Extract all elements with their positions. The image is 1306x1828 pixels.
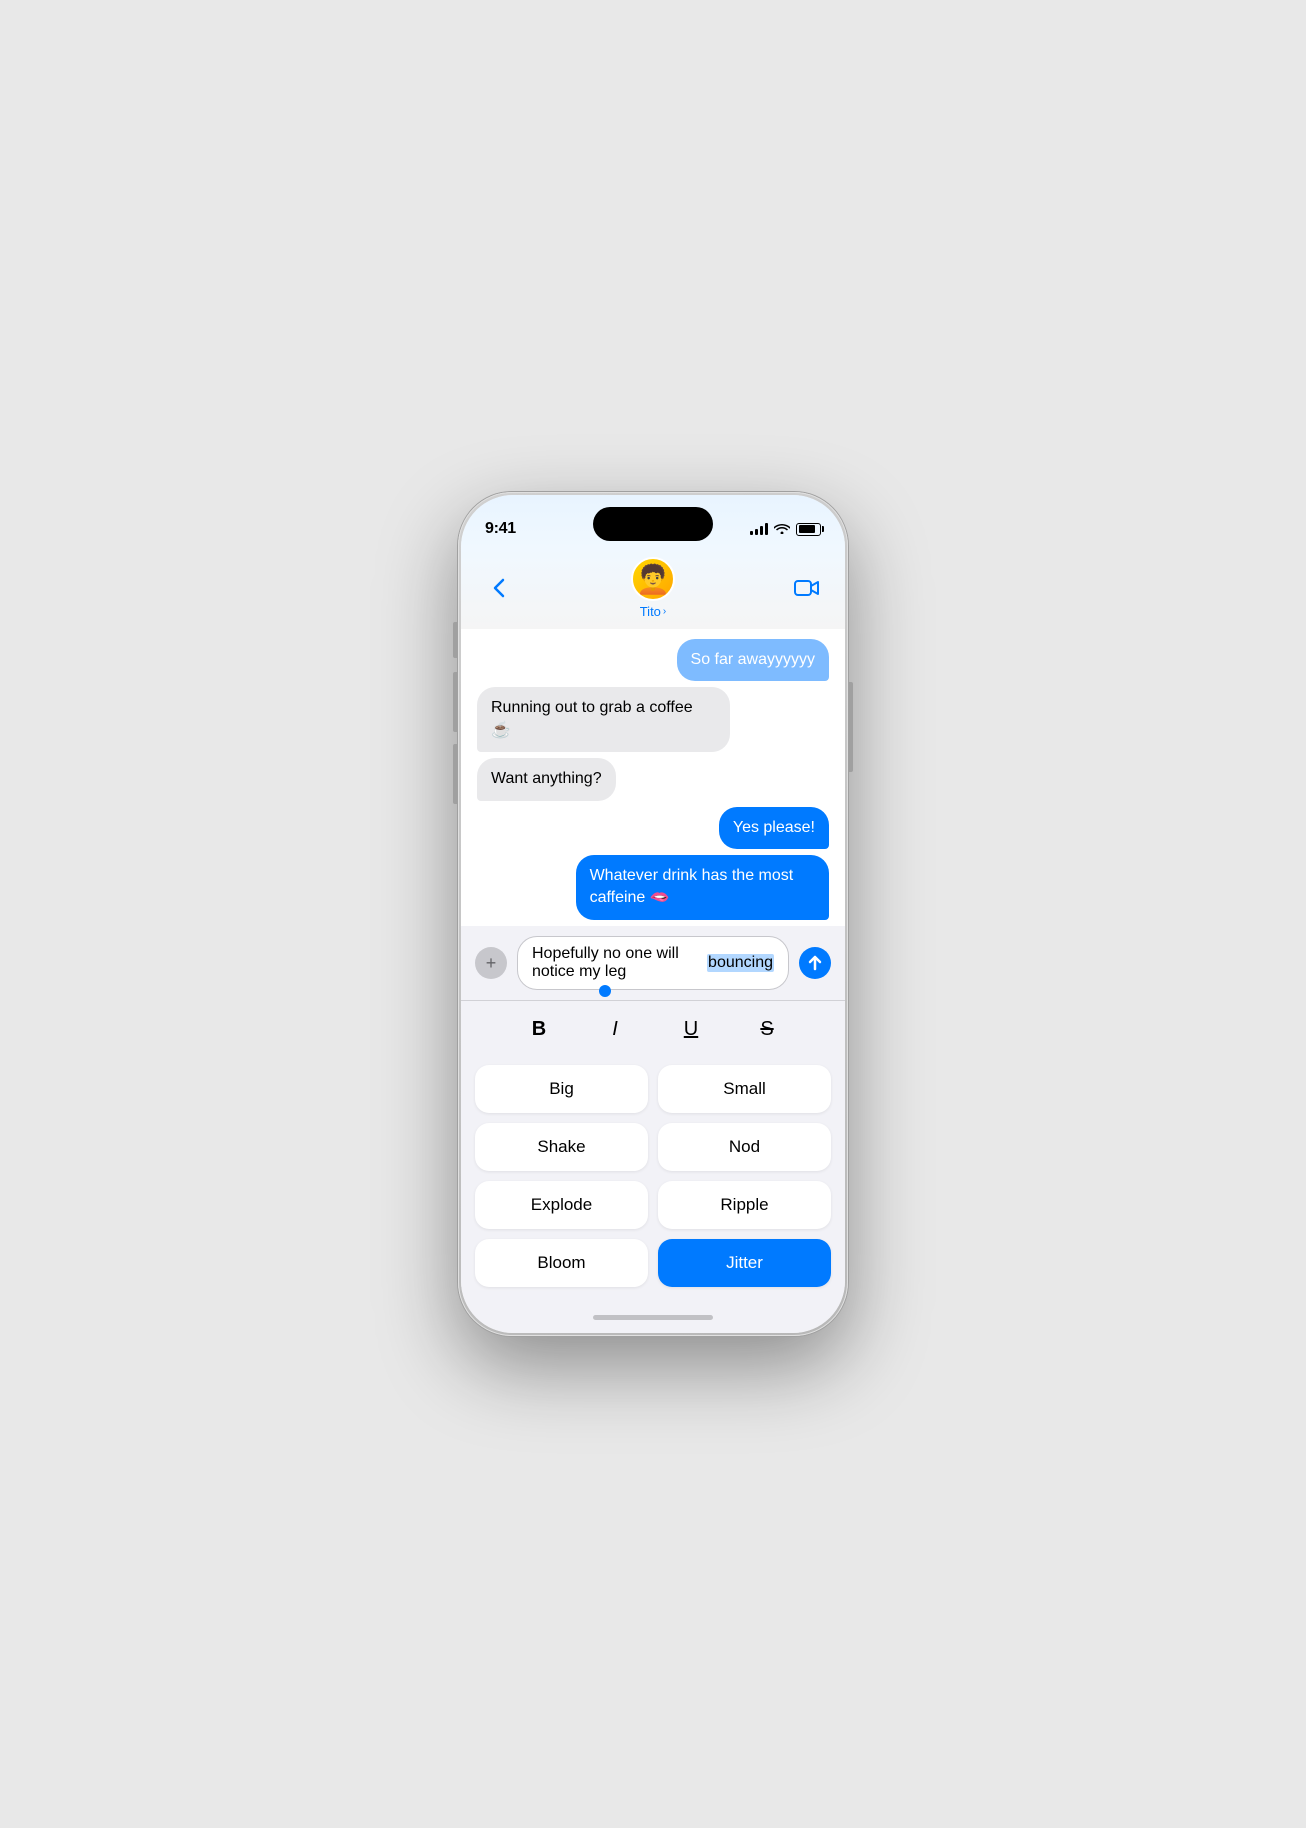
format-toolbar: B I U S bbox=[461, 1000, 845, 1057]
battery-fill bbox=[799, 525, 815, 533]
contact-info[interactable]: 🧑‍🦱 Tito › bbox=[631, 557, 675, 619]
strikethrough-button[interactable]: S bbox=[749, 1011, 785, 1047]
signal-bars bbox=[750, 523, 768, 535]
messages-area: So far awayyyyyy Running out to grab a c… bbox=[461, 629, 845, 926]
status-icons bbox=[750, 522, 821, 537]
message-row: Want anything? bbox=[477, 758, 829, 800]
effect-shake-button[interactable]: Shake bbox=[475, 1123, 648, 1171]
underline-button[interactable]: U bbox=[673, 1011, 709, 1047]
nav-bar: 🧑‍🦱 Tito › bbox=[461, 549, 845, 629]
battery-icon bbox=[796, 523, 821, 536]
message-row: So far awayyyyyy bbox=[477, 639, 829, 681]
status-time: 9:41 bbox=[485, 520, 516, 538]
message-bubble-sent[interactable]: Yes please! bbox=[719, 807, 829, 849]
avatar: 🧑‍🦱 bbox=[631, 557, 675, 601]
phone-frame: 9:41 bbox=[458, 492, 848, 1336]
send-button[interactable] bbox=[799, 947, 831, 979]
message-bubble-received[interactable]: Want anything? bbox=[477, 758, 616, 800]
effect-explode-button[interactable]: Explode bbox=[475, 1181, 648, 1229]
text-cursor-handle[interactable] bbox=[599, 985, 611, 997]
dynamic-island bbox=[593, 507, 713, 541]
contact-name: Tito bbox=[640, 604, 661, 619]
message-row: Yes please! bbox=[477, 807, 829, 849]
effect-jitter-button[interactable]: Jitter bbox=[658, 1239, 831, 1287]
signal-bar-1 bbox=[750, 531, 753, 535]
signal-bar-4 bbox=[765, 523, 768, 535]
effect-nod-button[interactable]: Nod bbox=[658, 1123, 831, 1171]
status-bar: 9:41 bbox=[461, 495, 845, 549]
bold-button[interactable]: B bbox=[521, 1011, 557, 1047]
home-indicator bbox=[461, 1301, 845, 1333]
phone-screen: 9:41 bbox=[461, 495, 845, 1333]
message-bubble-received[interactable]: Running out to grab a coffee ☕ bbox=[477, 687, 730, 752]
volume-up-button[interactable] bbox=[453, 672, 457, 732]
mute-button[interactable] bbox=[453, 622, 457, 658]
message-row: Running out to grab a coffee ☕ bbox=[477, 687, 829, 752]
effect-ripple-button[interactable]: Ripple bbox=[658, 1181, 831, 1229]
effect-bloom-button[interactable]: Bloom bbox=[475, 1239, 648, 1287]
power-button[interactable] bbox=[849, 682, 853, 772]
add-attachment-button[interactable]: + bbox=[475, 947, 507, 979]
effect-big-button[interactable]: Big bbox=[475, 1065, 648, 1113]
message-bubble-sent[interactable]: So far awayyyyyy bbox=[677, 639, 829, 681]
message-row: Whatever drink has the most caffeine 🫦 bbox=[477, 855, 829, 920]
back-button[interactable] bbox=[481, 570, 517, 606]
input-text-selected: bouncing bbox=[707, 954, 774, 972]
volume-down-button[interactable] bbox=[453, 744, 457, 804]
video-call-button[interactable] bbox=[789, 570, 825, 606]
message-bubble-sent[interactable]: Whatever drink has the most caffeine 🫦 bbox=[576, 855, 829, 920]
home-bar bbox=[593, 1315, 713, 1320]
input-text-before: Hopefully no one will notice my leg bbox=[532, 945, 707, 981]
message-input[interactable]: Hopefully no one will notice my leg boun… bbox=[517, 936, 789, 990]
effect-small-button[interactable]: Small bbox=[658, 1065, 831, 1113]
effects-grid: Big Small Shake Nod Explode Ripple Bloom… bbox=[461, 1057, 845, 1301]
input-area: + Hopefully no one will notice my leg bo… bbox=[461, 926, 845, 1000]
italic-button[interactable]: I bbox=[597, 1011, 633, 1047]
contact-name-chevron: › bbox=[663, 606, 666, 617]
wifi-icon bbox=[774, 522, 790, 537]
signal-bar-3 bbox=[760, 526, 763, 535]
signal-bar-2 bbox=[755, 529, 758, 535]
